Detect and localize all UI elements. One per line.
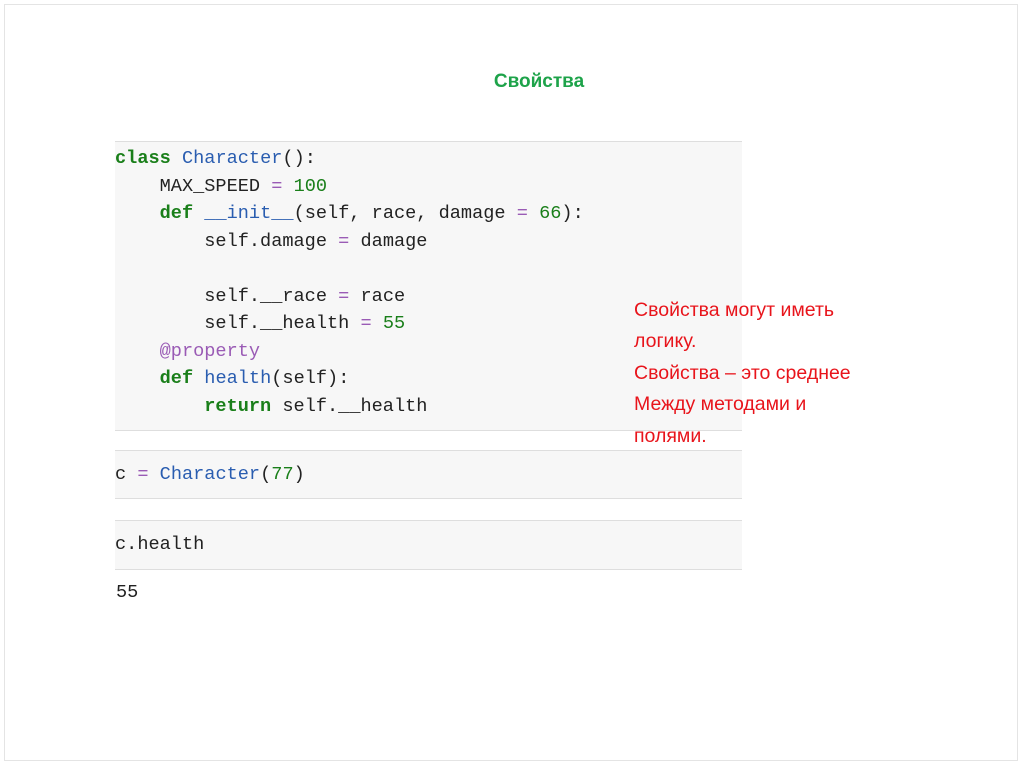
note-line: Свойства могут иметь xyxy=(634,299,835,321)
code-cell-instantiate[interactable]: c = Character(77) xyxy=(115,450,742,499)
code-line: def health(self): xyxy=(159,368,350,389)
code-line: class Character(): xyxy=(115,148,316,169)
note-text: Свойства могут иметь логику. Свойства – … xyxy=(634,295,994,452)
cell-output: 55 xyxy=(116,582,139,603)
note-line: логику. xyxy=(634,330,697,353)
code-line: c = Character(77) xyxy=(115,464,305,485)
code-line: return self.__health xyxy=(204,395,428,417)
code-line: MAX_SPEED = 100 xyxy=(115,175,328,197)
code-line: self.__health = 55 xyxy=(115,313,406,334)
code-line: c.health xyxy=(115,534,205,555)
note-line: полями. xyxy=(634,424,707,447)
code-cell-access[interactable]: c.health xyxy=(115,520,742,570)
code-line: def __init__(self, race, damage = 66): xyxy=(159,203,584,224)
code-line: self.__race = race xyxy=(115,285,406,307)
code-line: @property xyxy=(159,340,261,362)
slide-title: Свойства xyxy=(493,71,585,92)
note-line: Между методами и xyxy=(634,393,807,416)
code-line: self.damage = damage xyxy=(115,230,428,252)
note-line: Свойства – это среднее xyxy=(634,361,851,384)
